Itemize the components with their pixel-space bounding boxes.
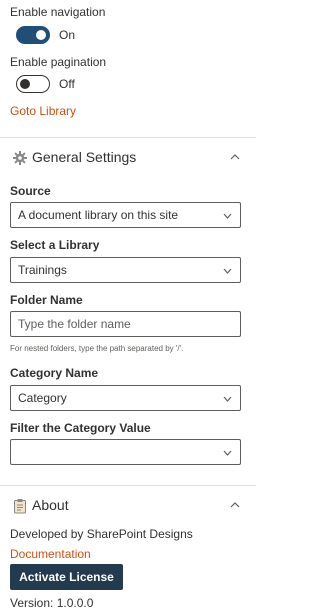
activate-license-button[interactable]: Activate License [10, 564, 123, 590]
pagination-toggle[interactable] [16, 75, 50, 93]
category-name-label: Category Name [10, 366, 99, 380]
version-text: Version: 1.0.0.0 [10, 596, 94, 610]
library-dropdown-value: Trainings [18, 263, 67, 277]
category-name-dropdown[interactable]: Category [10, 385, 241, 411]
filter-category-dropdown[interactable] [10, 439, 241, 465]
about-header[interactable]: About [0, 486, 256, 526]
folder-name-input[interactable] [11, 312, 240, 336]
folder-name-hint: For nested folders, type the path separa… [10, 344, 184, 353]
toggle-knob [36, 30, 46, 40]
source-label: Source [10, 184, 51, 198]
enable-pagination-label: Enable pagination [10, 55, 107, 69]
general-settings-title: General Settings [32, 149, 137, 165]
chevron-up-icon [230, 154, 240, 160]
about-title: About [32, 497, 69, 513]
folder-name-label: Folder Name [10, 293, 83, 307]
pagination-toggle-state: Off [59, 77, 75, 91]
enable-navigation-label: Enable navigation [10, 5, 106, 19]
source-dropdown-value: A document library on this site [18, 208, 179, 222]
library-dropdown[interactable]: Trainings [10, 257, 241, 283]
goto-library-link[interactable]: Goto Library [10, 104, 76, 118]
category-dropdown-value: Category [18, 391, 67, 405]
chevron-down-icon [223, 450, 232, 456]
filter-category-label: Filter the Category Value [10, 421, 151, 435]
folder-name-field[interactable] [10, 311, 241, 337]
developed-by-text: Developed by SharePoint Designs [10, 527, 193, 541]
source-dropdown[interactable]: A document library on this site [10, 202, 241, 228]
gear-icon [13, 151, 27, 165]
chevron-down-icon [223, 213, 232, 219]
clipboard-icon [14, 499, 26, 514]
chevron-up-icon [230, 502, 240, 508]
navigation-toggle-state: On [59, 28, 76, 42]
navigation-toggle[interactable] [16, 26, 50, 44]
toggle-knob [20, 79, 30, 89]
chevron-down-icon [223, 268, 232, 274]
documentation-link[interactable]: Documentation [10, 547, 91, 561]
general-settings-header[interactable]: General Settings [0, 138, 256, 178]
chevron-down-icon [223, 396, 232, 402]
library-label: Select a Library [10, 238, 100, 252]
